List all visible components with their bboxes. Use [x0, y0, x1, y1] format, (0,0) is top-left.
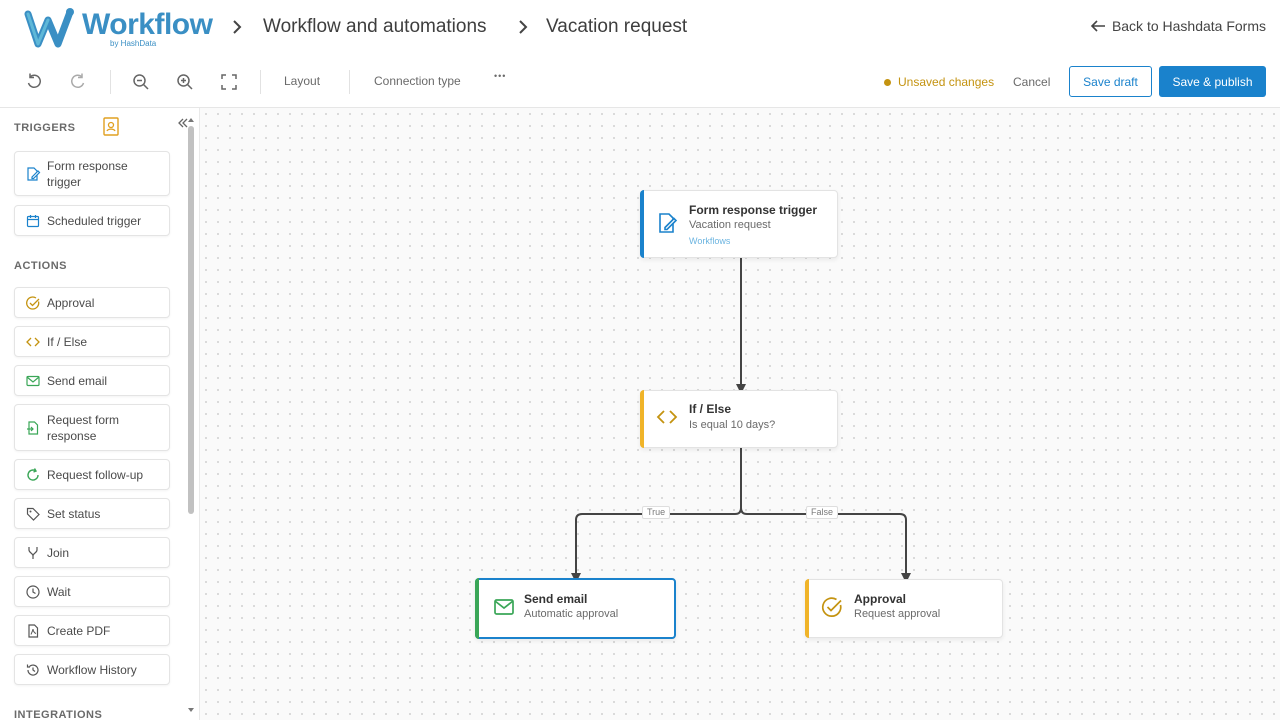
palette-item-create-pdf[interactable]: Create PDF: [14, 615, 170, 646]
status-dot: [884, 78, 891, 86]
more-options-icon[interactable]: •••: [494, 71, 506, 81]
actions-section-title: ACTIONS: [14, 260, 67, 272]
check-circle-icon: [821, 597, 842, 617]
breadcrumb-current: Vacation request: [546, 16, 688, 37]
scroll-down-icon[interactable]: [187, 706, 195, 714]
breadcrumb-chevron-icon: [233, 20, 242, 34]
node-subtitle: Is equal 10 days?: [689, 419, 776, 431]
node-send-email[interactable]: Send email Automatic approval: [475, 578, 676, 639]
editor-toolbar: Layout Connection type ••• Unsaved chang…: [0, 56, 1280, 108]
node-accent-bar: [805, 579, 809, 638]
palette-item-label: Create PDF: [47, 623, 111, 638]
form-edit-icon: [27, 166, 41, 181]
workflow-logo[interactable]: Workflow by HashData: [24, 6, 214, 50]
toolbar-divider: [260, 70, 261, 94]
logo-text: Workflow: [82, 8, 213, 41]
node-accent-bar: [640, 190, 644, 258]
palette-item-label: Approval: [47, 295, 95, 310]
form-edit-icon: [659, 213, 678, 233]
node-title: Form response trigger: [689, 203, 818, 217]
pdf-icon: [28, 623, 39, 638]
sidebar-scrollbar-thumb[interactable]: [188, 126, 194, 514]
contact-book-icon[interactable]: [101, 116, 121, 136]
logo-subtext: by HashData: [110, 39, 157, 48]
node-palette-sidebar: TRIGGERS Form response trigger Scheduled…: [0, 108, 200, 720]
document-arrow-icon: [27, 420, 39, 435]
palette-item-label: Request form response: [47, 412, 120, 443]
merge-icon: [28, 546, 38, 559]
save-publish-button[interactable]: Save & publish: [1159, 66, 1266, 97]
refresh-icon: [27, 467, 39, 481]
palette-item-send-email[interactable]: Send email: [14, 365, 170, 396]
undo-icon[interactable]: [24, 72, 44, 92]
connection-type-button[interactable]: Connection type: [374, 74, 461, 88]
triggers-section-title: TRIGGERS: [14, 122, 76, 134]
back-to-forms-link[interactable]: Back to Hashdata Forms: [1090, 18, 1266, 34]
palette-item-wait[interactable]: Wait: [14, 576, 170, 607]
node-form-response-trigger[interactable]: Form response trigger Vacation request W…: [640, 190, 838, 258]
node-title: Send email: [524, 592, 588, 606]
palette-item-approval[interactable]: Approval: [14, 287, 170, 318]
back-label: Back to Hashdata Forms: [1111, 18, 1266, 34]
palette-item-form-response-trigger[interactable]: Form response trigger: [14, 151, 170, 196]
app-header: Workflow by HashData Workflow and automa…: [0, 0, 1280, 56]
clock-icon: [26, 584, 40, 599]
layout-button[interactable]: Layout: [284, 74, 320, 88]
check-circle-icon: [26, 295, 40, 310]
cancel-button[interactable]: Cancel: [1013, 75, 1050, 89]
mail-icon: [26, 375, 40, 386]
palette-item-label: Request follow-up: [47, 467, 144, 482]
code-brackets-icon: [26, 337, 40, 346]
unsaved-label: Unsaved changes: [898, 75, 995, 89]
palette-item-label: If / Else: [47, 334, 88, 349]
workflow-canvas[interactable]: True False Form response trigger Vacatio…: [200, 108, 1280, 720]
zoom-out-icon[interactable]: [131, 72, 151, 92]
arrow-left-icon: [1090, 20, 1105, 32]
toolbar-divider: [110, 70, 111, 94]
palette-item-workflow-history[interactable]: Workflow History: [14, 654, 170, 685]
edge-label-true: True: [642, 506, 671, 519]
palette-item-label: Workflow History: [47, 662, 137, 677]
history-icon: [26, 663, 39, 676]
node-accent-bar: [475, 578, 479, 639]
palette-item-if-else[interactable]: If / Else: [14, 326, 170, 357]
node-subtitle: Vacation request: [689, 219, 771, 231]
palette-item-scheduled-trigger[interactable]: Scheduled trigger: [14, 205, 170, 236]
logo-mark-icon: [24, 8, 74, 48]
palette-item-label: Set status: [47, 506, 101, 521]
node-link[interactable]: Workflows: [689, 236, 730, 246]
palette-item-request-form-response[interactable]: Request form response: [14, 404, 170, 451]
palette-item-label: Send email: [47, 373, 108, 388]
palette-item-label: Form response trigger: [47, 158, 128, 189]
toolbar-divider: [349, 70, 350, 94]
node-title: If / Else: [689, 402, 732, 416]
node-if-else[interactable]: If / Else Is equal 10 days?: [640, 390, 838, 448]
zoom-in-icon[interactable]: [175, 72, 195, 92]
palette-item-join[interactable]: Join: [14, 537, 170, 568]
code-brackets-icon: [656, 410, 678, 424]
scroll-up-icon[interactable]: [187, 116, 195, 124]
palette-item-label: Wait: [47, 584, 71, 599]
palette-item-label: Scheduled trigger: [47, 213, 142, 228]
node-accent-bar: [640, 390, 644, 448]
tag-icon: [26, 507, 40, 521]
node-title: Approval: [854, 592, 907, 606]
redo-icon[interactable]: [68, 72, 88, 92]
unsaved-changes-status: Unsaved changes: [884, 75, 994, 89]
edge-label-false: False: [806, 506, 839, 519]
save-draft-button[interactable]: Save draft: [1069, 66, 1152, 97]
palette-item-set-status[interactable]: Set status: [14, 498, 170, 529]
calendar-icon: [26, 214, 40, 227]
breadcrumb-workflows[interactable]: Workflow and automations: [263, 16, 487, 38]
node-approval[interactable]: Approval Request approval: [805, 579, 1003, 638]
breadcrumb-chevron-icon: [519, 20, 528, 34]
palette-item-label: Join: [47, 545, 70, 560]
palette-item-request-follow-up[interactable]: Request follow-up: [14, 459, 170, 490]
mail-icon: [494, 599, 514, 615]
fit-view-icon[interactable]: [219, 72, 239, 92]
node-subtitle: Request approval: [854, 608, 941, 620]
integrations-section-title: INTEGRATIONS: [14, 709, 103, 720]
node-subtitle: Automatic approval: [524, 608, 619, 620]
